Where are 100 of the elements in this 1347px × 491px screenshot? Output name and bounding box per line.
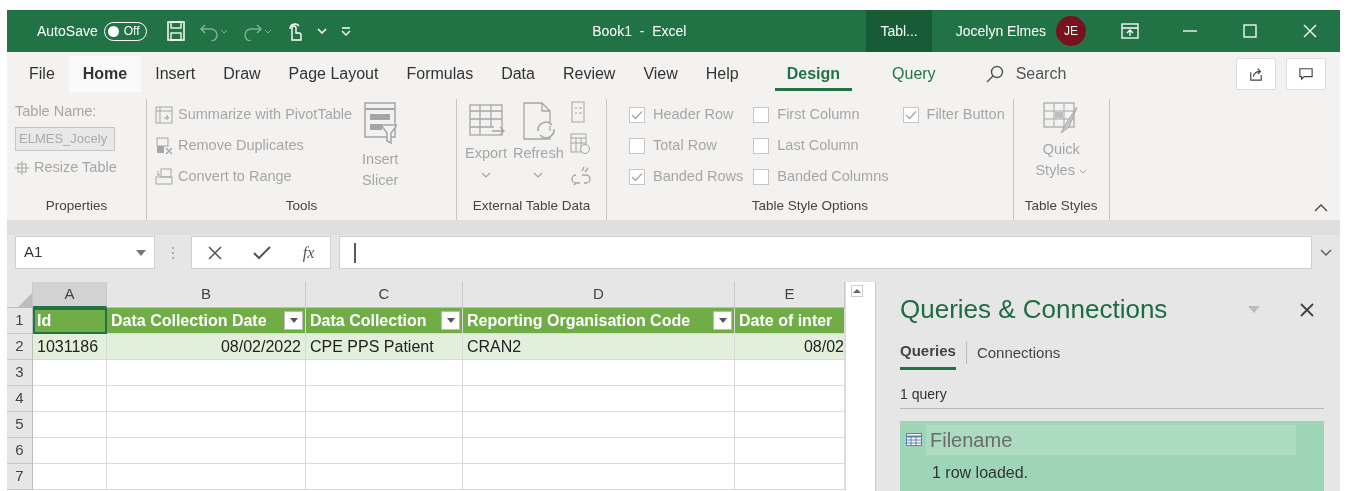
table-cell[interactable] [306,412,463,438]
caret-icon [533,172,544,178]
ribbon-display-icon[interactable] [1121,23,1139,39]
table-cell[interactable] [306,438,463,464]
column-header[interactable]: C [306,282,463,308]
table-cell[interactable] [107,438,306,464]
table-cell[interactable] [33,412,107,438]
checkbox-label: Last Column [777,135,859,155]
ribbon-tab[interactable]: Page Layout [274,55,393,92]
table-cell[interactable] [107,386,306,412]
user-avatar[interactable]: JE [1056,16,1086,46]
column-header[interactable]: A [33,282,107,308]
ribbon-tab[interactable]: Help [691,55,753,92]
table-cell[interactable] [33,464,107,490]
ribbon-tab[interactable]: Review [548,55,630,92]
remove-duplicates-icon [155,136,173,155]
table-cell[interactable] [306,386,463,412]
ribbon-tab[interactable]: View [629,55,692,92]
window-title: Book1 - Excel [592,21,687,41]
caret-icon[interactable] [316,28,327,34]
table-cell[interactable] [33,386,107,412]
formula-input[interactable] [339,236,1312,269]
search-field[interactable]: Search [1015,61,1067,86]
row-header[interactable]: 2 [7,334,33,360]
close-icon[interactable] [1300,302,1314,317]
ribbon-tab[interactable]: File [15,55,69,92]
group-label: Table Styles [1023,196,1099,215]
table-name-label: Table Name: [15,102,98,122]
grip-icon[interactable] [171,245,175,260]
table-cell[interactable] [107,360,306,386]
filter-button[interactable] [284,311,303,330]
table-cell[interactable]: 1031186 [33,334,107,360]
table-cell[interactable]: CRAN2 [463,334,735,360]
customize-icon[interactable] [340,26,351,36]
share-button[interactable] [1236,57,1276,90]
table-cell[interactable]: 08/02 [735,334,845,360]
ribbon-tab[interactable]: Data [487,55,549,92]
ribbon-tab[interactable]: Draw [209,55,275,92]
row-header[interactable]: 5 [7,412,33,438]
ribbon-tab[interactable]: Query [866,55,962,92]
table-cell[interactable] [33,360,107,386]
comments-button[interactable] [1286,57,1326,90]
column-header[interactable]: B [107,282,306,308]
checkbox[interactable] [753,137,770,154]
table-cell[interactable] [463,438,735,464]
context-tab[interactable]: Tabl... [866,10,932,52]
cancel-icon[interactable] [207,245,222,260]
panel-tab[interactable]: Queries [900,337,956,370]
enter-icon[interactable] [253,245,272,260]
ribbon-tab[interactable]: Design [760,55,867,92]
caret-icon [289,318,298,323]
expand-formula-icon[interactable] [1320,248,1332,257]
ribbon-tab[interactable]: Formulas [392,55,488,92]
unlink-icon[interactable] [569,165,592,187]
table-cell[interactable] [306,464,463,490]
checkbox[interactable] [753,168,770,185]
checkbox[interactable] [629,168,645,185]
name-box[interactable]: A1 [15,236,155,269]
checkmark-icon [631,109,643,120]
checkbox-label: Header Row [653,104,734,124]
table-cell[interactable] [33,438,107,464]
column-header[interactable]: E [735,282,845,308]
checkbox[interactable] [902,106,919,123]
row-header[interactable]: 7 [7,464,33,490]
table-cell[interactable] [463,386,735,412]
table-icon [906,433,922,446]
panel-menu-icon[interactable] [1248,306,1260,313]
panel-tab[interactable]: Connections [976,338,1061,368]
table-cell[interactable] [107,412,306,438]
ribbon-tab[interactable]: Home [68,55,142,92]
table-cell[interactable] [107,464,306,490]
query-item[interactable]: Filename 1 row loaded. [900,420,1324,491]
row-header[interactable]: 6 [7,438,33,464]
filter-button[interactable] [713,311,732,330]
search-icon[interactable] [985,64,1004,83]
save-icon[interactable] [166,21,185,41]
maximize-icon[interactable] [1243,24,1257,38]
table-cell[interactable]: CPE PPS Patient [306,334,463,360]
minimize-icon[interactable] [1183,30,1197,32]
row-header[interactable]: 1 [7,308,33,334]
table-cell[interactable] [463,464,735,490]
checkbox[interactable] [629,106,645,123]
scroll-up-icon[interactable] [850,285,863,297]
table-cell[interactable] [306,360,463,386]
checkbox-label: Banded Rows [653,166,744,186]
checkbox[interactable] [629,137,645,154]
collapse-ribbon-icon[interactable] [1314,204,1328,212]
insert-function-button[interactable]: fx [302,240,315,265]
caret-icon [480,172,491,178]
properties-icon[interactable] [569,101,586,123]
row-header[interactable]: 4 [7,386,33,412]
filter-button[interactable] [441,311,460,330]
column-header[interactable]: D [463,282,735,308]
ribbon-tab[interactable]: Insert [141,55,210,92]
checkbox[interactable] [753,106,770,123]
row-header[interactable]: 3 [7,360,33,386]
table-cell[interactable] [463,412,735,438]
table-cell[interactable]: 08/02/2022 [107,334,306,360]
touch-mode-icon[interactable] [286,20,303,42]
table-cell[interactable] [463,360,735,386]
